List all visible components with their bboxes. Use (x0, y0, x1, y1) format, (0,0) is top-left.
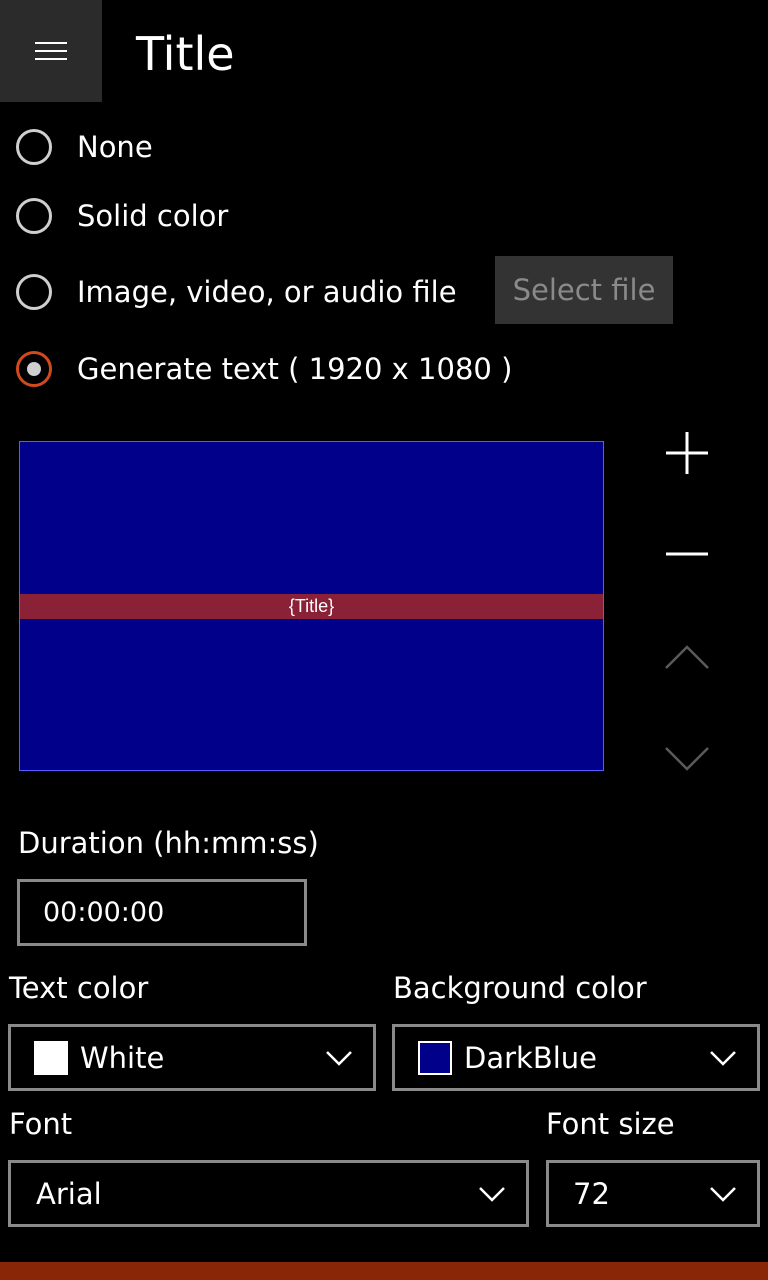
radio-circle (16, 129, 52, 165)
background-color-label: Background color (393, 971, 647, 1005)
color-swatch (34, 1040, 68, 1075)
radio-label: Solid color (77, 199, 229, 233)
text-color-dropdown[interactable]: White (8, 1024, 376, 1091)
radio-solid-color[interactable]: Solid color (16, 196, 228, 236)
background-color-dropdown[interactable]: DarkBlue (392, 1024, 760, 1091)
text-color-value: White (80, 1040, 165, 1075)
page-title: Title (136, 27, 235, 81)
radio-circle-checked (16, 351, 52, 387)
duration-value: 00:00:00 (43, 897, 165, 928)
chevron-down-icon (710, 1050, 736, 1066)
font-label: Font (9, 1107, 73, 1141)
chevron-down-icon (479, 1186, 505, 1202)
remove-button[interactable] (650, 517, 724, 591)
radio-label: Image, video, or audio file (77, 275, 457, 309)
background-color-value: DarkBlue (464, 1040, 597, 1075)
radio-label: None (77, 130, 153, 164)
font-size-value: 72 (573, 1176, 610, 1211)
app-bar-edge (0, 1262, 768, 1280)
text-color-label: Text color (9, 971, 149, 1005)
color-swatch (418, 1040, 452, 1075)
hamburger-icon (35, 36, 67, 66)
radio-circle (16, 198, 52, 234)
move-up-button[interactable] (650, 620, 724, 694)
font-size-label: Font size (546, 1107, 675, 1141)
radio-label: Generate text ( 1920 x 1080 ) (77, 352, 513, 386)
chevron-down-icon (665, 747, 709, 771)
font-size-dropdown[interactable]: 72 (546, 1160, 760, 1227)
font-value: Arial (36, 1176, 102, 1211)
duration-label: Duration (hh:mm:ss) (18, 826, 319, 860)
menu-button[interactable] (0, 0, 102, 102)
radio-circle (16, 274, 52, 310)
preview-title-text: {Title} (288, 596, 335, 616)
minus-icon (666, 552, 708, 556)
title-band: {Title} (20, 594, 603, 619)
chevron-up-icon (665, 645, 709, 669)
move-down-button[interactable] (650, 722, 724, 796)
chevron-down-icon (326, 1050, 352, 1066)
duration-input[interactable]: 00:00:00 (17, 879, 307, 946)
plus-icon (666, 432, 708, 474)
radio-media-file[interactable]: Image, video, or audio file (16, 272, 457, 312)
chevron-down-icon (710, 1186, 736, 1202)
add-button[interactable] (650, 416, 724, 490)
select-file-button[interactable]: Select file (495, 256, 673, 324)
radio-none[interactable]: None (16, 127, 153, 167)
text-preview: {Title} (19, 441, 604, 771)
font-dropdown[interactable]: Arial (8, 1160, 529, 1227)
radio-generate-text[interactable]: Generate text ( 1920 x 1080 ) (16, 349, 512, 389)
